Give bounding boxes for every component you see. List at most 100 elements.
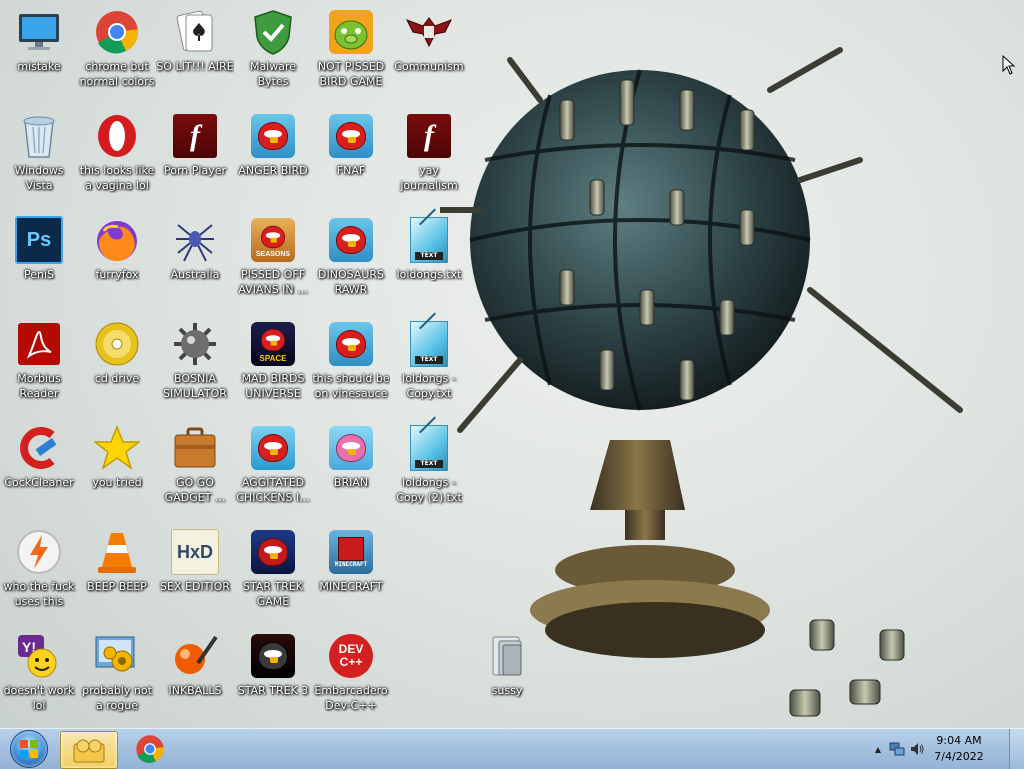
icon-label: Communism [394,60,464,73]
inkball-icon [171,632,219,680]
taskbar-explorer-button[interactable] [60,731,118,769]
desktop-icon-chrome-normal[interactable]: chrome but normal colors [78,0,156,100]
icon-label: NOT PISSED BIRD GAME [317,60,385,88]
taskbar: ▲ 9:04 AM 7/4/2022 [0,728,1024,769]
angry-bird-star-wars-2-icon [249,632,297,680]
show-hidden-icons-button[interactable]: ▲ [872,741,884,757]
desktop-icon-minecraft[interactable]: MINECRAFT MINECRAFT [312,520,390,620]
angry-bird-icon [327,320,375,368]
recycle-bin-icon [15,112,63,160]
shield-icon [249,8,297,56]
computer-icon [15,8,63,56]
show-desktop-button[interactable] [1009,729,1024,769]
desktop-icon-australia[interactable]: Australia [156,208,234,308]
desktop-icon-you-tried[interactable]: you tried [78,416,156,516]
desktop-icon-porn-player[interactable]: f Porn Player [156,104,234,204]
icon-label: MINECRAFT [319,580,383,593]
icon-label: Porn Player [164,164,226,177]
desktop-icon-morbius-reader[interactable]: Morbius Reader [0,312,78,412]
icon-label: GO GO GADGET ... [164,476,226,504]
desktop-icon-furryfox[interactable]: furryfox [78,208,156,308]
icon-label: furryfox [95,268,139,281]
desktop-icon-mad-birds-universe[interactable]: SPACE MAD BIRDS UNIVERSE [234,312,312,412]
icon-label: Malware Bytes [249,60,297,88]
icon-label: DINOSAURS RAWR [318,268,384,296]
spider-icon [171,216,219,264]
icon-label: STAR TREK GAME [242,580,304,608]
desktop-icon-sex-editior[interactable]: HxD SEX EDITIOR [156,520,234,620]
icon-label: probably not a rogue [82,684,152,712]
desktop-icon-penis[interactable]: Ps PeniS [0,208,78,308]
desktop-icon-yay-journalism[interactable]: f yay journalism [390,104,468,204]
desktop-icon-bosnia-simulator[interactable]: BOSNIA SIMULATOR [156,312,234,412]
clock-time[interactable]: 9:04 AM [924,734,994,747]
desktop-icon-doesnt-work[interactable]: Y! doesn't work lol [0,624,78,724]
icon-label: AGGITATED CHICKENS I... [236,476,310,504]
desktop-icon-malware-bytes[interactable]: Malware Bytes [234,0,312,100]
desktop-icon-communism[interactable]: Communism [390,0,468,100]
desktop-icon-windows-vista[interactable]: Windows Vista [0,104,78,204]
desktop-icon-probably-not-rogue[interactable]: probably not a rogue [78,624,156,724]
icon-label: this looks like a vagina lol [79,164,155,192]
desktop-icon-not-pissed-bird-game[interactable]: NOT PISSED BIRD GAME [312,0,390,100]
icon-label: loldongs - Copy.txt [402,372,456,400]
desktop-icon-who-uses-this[interactable]: who the fuck uses this [0,520,78,620]
desktop-icon-vagina[interactable]: this looks like a vagina lol [78,104,156,204]
desktop-icon-dinosaurs-rawr[interactable]: DINOSAURS RAWR [312,208,390,308]
star-icon [93,424,141,472]
desktop-icon-dev-cpp[interactable]: DEV C++ Embarcadero Dev-C++ [312,624,390,724]
icon-label: STAR TREK 3 [237,684,309,697]
icon-label: Morbius Reader [17,372,61,400]
desktop-icon-inkballs[interactable]: INKBALLS [156,624,234,724]
devcpp-icon: DEV C++ [327,632,375,680]
start-button[interactable] [2,730,56,768]
text-file-icon: TEXT [405,216,453,264]
clock-date[interactable]: 7/4/2022 [924,750,994,763]
chrome-icon [93,8,141,56]
icon-label: who the fuck uses this [3,580,75,608]
network-icon[interactable] [888,741,906,757]
desktop-icon-vinesauce[interactable]: this should be on vinesauce [312,312,390,412]
icon-label: PISSED OFF AVIANS IN ... [238,268,308,296]
desktop-icon-brian[interactable]: BRIAN [312,416,390,516]
desktop-icon-aggitated-chickens[interactable]: AGGITATED CHICKENS I... [234,416,312,516]
briefcase-icon [171,424,219,472]
icon-label: FNAF [336,164,366,177]
control-panel-icon [93,632,141,680]
icon-label: Embarcadero Dev-C++ [314,684,388,712]
icon-label: loldongs.txt [396,268,462,281]
text-file-icon: TEXT [405,320,453,368]
desktop-icon-loldongs-copy2-txt[interactable]: TEXT loldongs - Copy (2).txt [390,416,468,516]
desktop-icon-cockcleaner[interactable]: CockCleaner [0,416,78,516]
angry-bird-icon [249,112,297,160]
desktop-icon-pissed-off-avians[interactable]: SEASONS PISSED OFF AVIANS IN ... [234,208,312,308]
desktop-icon-sussy[interactable]: sussy [468,624,546,724]
icon-label: cd drive [94,372,140,385]
icon-label: yay journalism [400,164,458,192]
icon-label: SEX EDITIOR [160,580,230,593]
desktop-icon-loldongs-copy-txt[interactable]: TEXT loldongs - Copy.txt [390,312,468,412]
desktop-icon-solitaire[interactable]: SO LIT!!! AIRE [156,0,234,100]
icon-label: INKBALLS [168,684,222,697]
desktop-icon-fnaf[interactable]: FNAF [312,104,390,204]
desktop-icon-star-trek-game[interactable]: STAR TREK GAME [234,520,312,620]
system-tray: ▲ 9:04 AM 7/4/2022 [864,729,1024,769]
desktop-icon-loldongs-txt[interactable]: TEXT loldongs.txt [390,208,468,308]
text-file-icon: TEXT [405,424,453,472]
desktop-icon-mistake[interactable]: mistake [0,0,78,100]
desktop-icon-cd-drive[interactable]: cd drive [78,312,156,412]
icon-label: Australia [170,268,220,281]
desktop-icon-go-go-gadget[interactable]: GO GO GADGET ... [156,416,234,516]
desktop-icon-anger-bird[interactable]: ANGER BIRD [234,104,312,204]
angry-bird-star-wars-icon [249,528,297,576]
firefox-icon [93,216,141,264]
icon-label: ANGER BIRD [238,164,308,177]
hxd-icon: HxD [171,528,219,576]
desktop-icon-star-trek-3[interactable]: STAR TREK 3 [234,624,312,724]
taskbar-chrome-button[interactable] [122,731,178,767]
solitaire-icon [171,8,219,56]
icon-label: doesn't work lol [3,684,75,712]
desktop-icon-beep-beep[interactable]: BEEP BEEP [78,520,156,620]
icon-label: you tried [92,476,142,489]
mine-icon [171,320,219,368]
